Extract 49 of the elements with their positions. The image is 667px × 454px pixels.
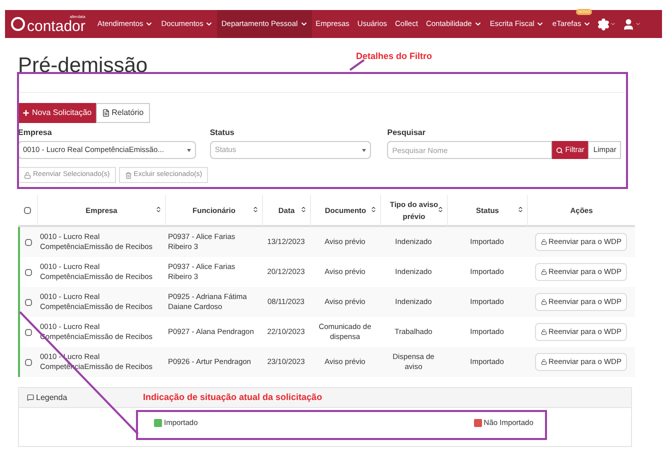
logo-icon (11, 17, 25, 31)
sort-icon (370, 206, 377, 213)
unlock-icon (540, 269, 547, 275)
report-button[interactable]: Relatório (96, 103, 150, 123)
chevron-down-icon (300, 20, 308, 28)
sort-icon (300, 206, 307, 213)
document-icon (102, 109, 110, 117)
unlock-icon (24, 172, 31, 178)
select-all-checkbox[interactable] (24, 207, 31, 214)
caret-icon (610, 21, 616, 27)
field-label: Pesquisar (387, 127, 426, 139)
row-checkbox[interactable] (25, 358, 32, 366)
field-label: Empresa (18, 127, 53, 139)
unlock-icon (540, 239, 547, 245)
caret-icon (362, 148, 366, 152)
unlock-icon (540, 329, 547, 335)
logo-text: contador (27, 18, 86, 34)
search-icon (556, 146, 564, 154)
settings-icon (597, 18, 610, 30)
caret-icon (635, 21, 642, 27)
row-checkbox[interactable] (25, 238, 32, 246)
user-menu-button[interactable] (622, 18, 642, 30)
caret-icon (186, 148, 191, 152)
user-icon (622, 18, 636, 30)
plus-icon (22, 109, 30, 117)
row-checkbox[interactable] (25, 328, 32, 336)
chevron-down-icon (536, 20, 544, 28)
trash-icon (124, 172, 132, 178)
page-title: Pré-demissão (18, 54, 148, 78)
unlock-icon (540, 299, 547, 305)
field-label: Status (210, 127, 236, 139)
row-checkbox[interactable] (25, 268, 32, 276)
chevron-down-icon (474, 20, 482, 28)
chevron-down-icon (583, 20, 592, 28)
sort-icon (437, 206, 444, 213)
legend-title: Legenda (27, 392, 68, 404)
chevron-down-icon (145, 20, 154, 28)
annotation-label: Indicação de situação atual da solicitação (143, 391, 322, 404)
chevron-down-icon (205, 20, 214, 28)
sort-icon (155, 206, 162, 213)
speech-bubble-icon (27, 394, 34, 401)
sort-icon (517, 206, 524, 213)
new-request-button[interactable]: Nova Solicitação (18, 103, 96, 123)
annotation-label: Detalhes do Filtro (356, 50, 432, 63)
leader-line (349, 59, 365, 71)
settings-button[interactable] (597, 18, 616, 30)
row-checkbox[interactable] (25, 298, 32, 306)
unlock-icon (540, 359, 547, 365)
sort-icon (252, 206, 259, 213)
